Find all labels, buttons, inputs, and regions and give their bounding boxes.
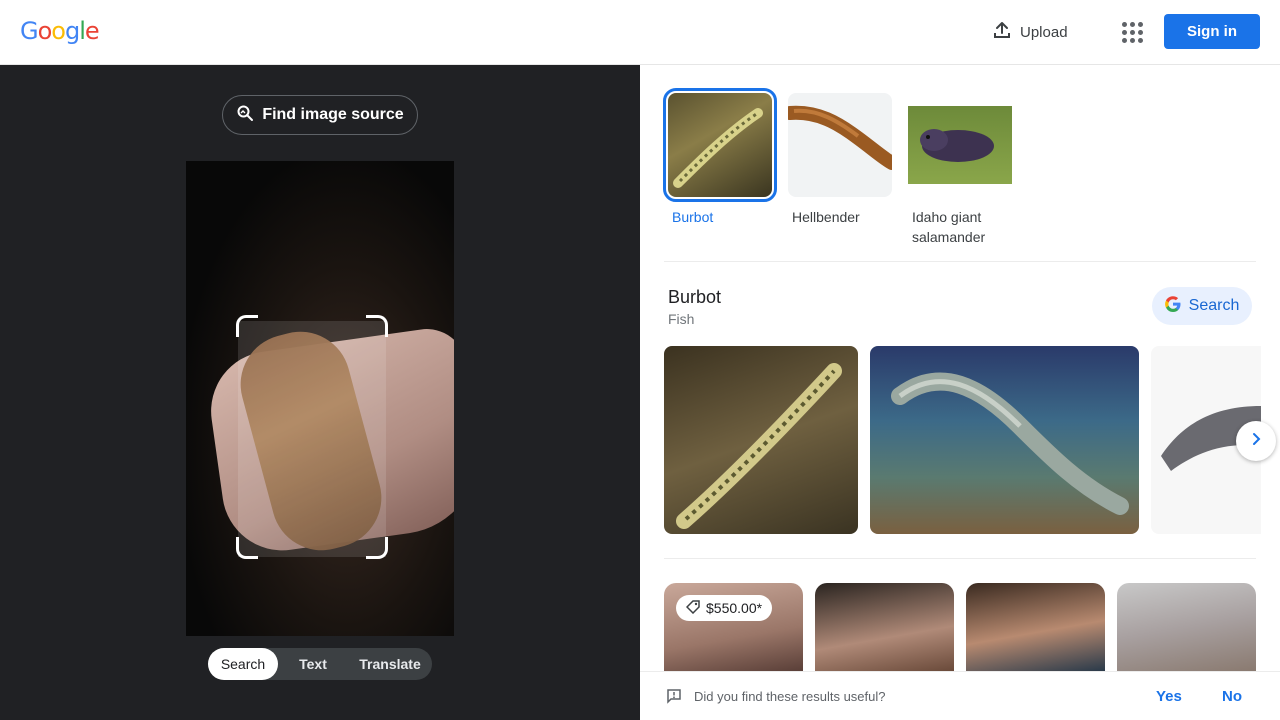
candidate-hellbender[interactable]: Hellbender xyxy=(788,93,892,227)
divider xyxy=(664,261,1256,262)
feedback-question: Did you find these results useful? xyxy=(694,689,886,704)
query-image-pane: Find image source Search Text Translate xyxy=(0,65,640,720)
crop-selection[interactable] xyxy=(238,321,386,557)
feedback-yes-button[interactable]: Yes xyxy=(1156,688,1182,705)
logo-letter: e xyxy=(84,17,100,45)
candidate-label: Hellbender xyxy=(792,209,860,225)
candidate-burbot[interactable]: Burbot xyxy=(663,88,777,227)
candidate-thumbnail xyxy=(908,93,1012,197)
crop-handle-bottom-left[interactable] xyxy=(236,537,258,559)
divider xyxy=(664,558,1256,559)
product-card[interactable]: $550.00* xyxy=(664,583,803,671)
candidate-label: Idaho giant salamander xyxy=(912,209,986,245)
hellbender-thumb xyxy=(788,105,892,170)
entity-search-button[interactable]: Search xyxy=(1152,287,1252,325)
product-card[interactable] xyxy=(815,583,954,671)
burbot-fish-thumb xyxy=(673,108,763,188)
find-image-source-button[interactable]: Find image source xyxy=(222,95,418,135)
mode-text-tab[interactable]: Text xyxy=(278,648,348,680)
crop-handle-top-right[interactable] xyxy=(366,315,388,337)
results-pane: Burbot Hellbender Idaho giant salamander… xyxy=(640,65,1280,720)
tag-icon xyxy=(685,599,700,617)
mode-translate-tab[interactable]: Translate xyxy=(348,648,432,680)
crop-handle-bottom-right[interactable] xyxy=(366,537,388,559)
price-label: $550.00* xyxy=(706,600,763,616)
mode-search-tab[interactable]: Search xyxy=(208,648,278,680)
logo-letter: g xyxy=(64,17,80,45)
product-card[interactable] xyxy=(966,583,1105,671)
query-photo xyxy=(186,161,454,636)
chevron-right-icon xyxy=(1249,432,1263,451)
price-tag: $550.00* xyxy=(676,595,773,621)
sign-in-button[interactable]: Sign in xyxy=(1164,14,1260,49)
gallery-image[interactable] xyxy=(664,346,858,534)
crop-handle-top-left[interactable] xyxy=(236,315,258,337)
find-image-source-label: Find image source xyxy=(262,106,404,123)
image-search-icon xyxy=(236,104,254,127)
logo-letter: o xyxy=(37,17,53,45)
candidate-thumbnail xyxy=(788,93,892,197)
candidate-label: Burbot xyxy=(672,209,714,225)
upload-button[interactable]: Upload xyxy=(992,18,1068,46)
entity-subtitle: Fish xyxy=(668,311,695,327)
candidate-thumbnail xyxy=(663,88,777,202)
logo-letter: o xyxy=(51,17,66,45)
feedback-icon xyxy=(666,688,682,709)
salamander-photo xyxy=(908,106,1012,184)
gallery-next-button[interactable] xyxy=(1236,421,1276,461)
mode-switcher: Search Text Translate xyxy=(208,648,432,680)
logo-letter: G xyxy=(20,17,39,45)
entity-title: Burbot xyxy=(668,287,722,307)
candidate-idaho-giant-salamander[interactable]: Idaho giant salamander xyxy=(908,93,1012,247)
upload-label: Upload xyxy=(1020,23,1068,41)
feedback-bar: Did you find these results useful? Yes N… xyxy=(640,671,1280,720)
google-g-icon xyxy=(1164,295,1181,317)
entity-search-label: Search xyxy=(1188,297,1240,314)
google-logo[interactable]: Google xyxy=(20,17,100,45)
top-bar: Google Upload Sign in xyxy=(0,0,1280,65)
upload-icon xyxy=(992,20,1012,44)
gallery-image[interactable] xyxy=(870,346,1139,534)
product-card[interactable] xyxy=(1117,583,1256,671)
feedback-no-button[interactable]: No xyxy=(1222,688,1242,705)
apps-grid-icon[interactable] xyxy=(1120,20,1144,44)
